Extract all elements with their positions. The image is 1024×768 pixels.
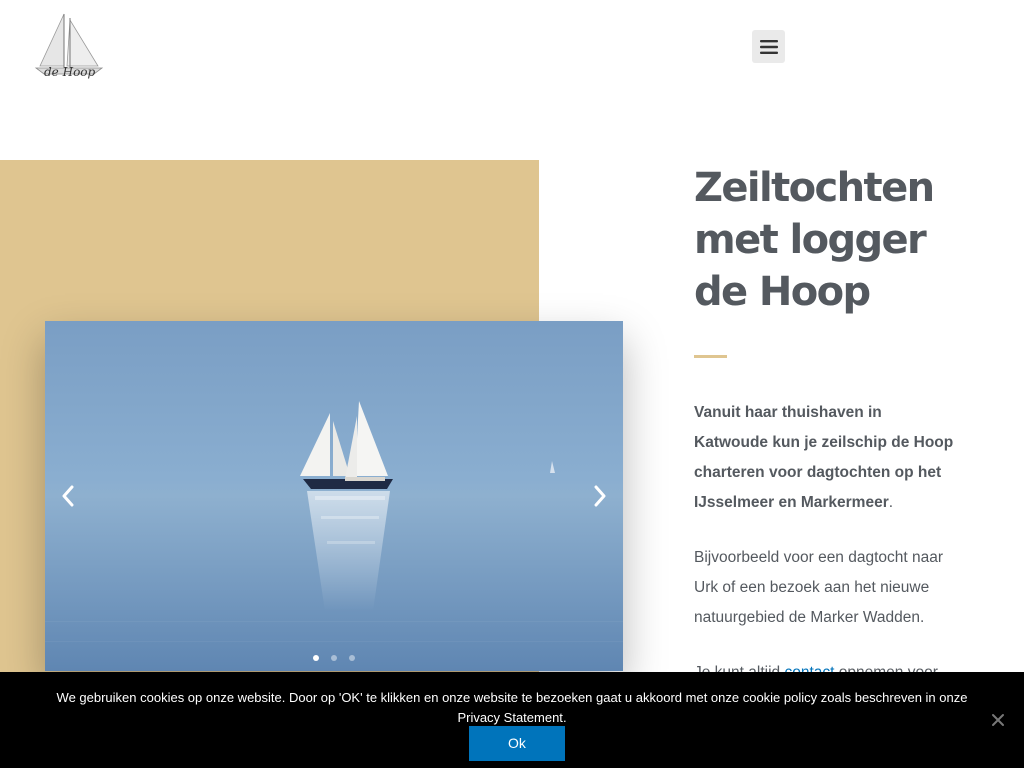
hero-content: Zeiltochten met logger de Hoop Vanuit ha… — [694, 160, 984, 688]
intro-paragraph: Vanuit haar thuishaven in Katwoude kun j… — [694, 398, 959, 518]
slider-next-button[interactable] — [585, 481, 615, 511]
intro-end: . — [888, 494, 894, 511]
page-title-line-2: met logger — [694, 217, 927, 263]
cookie-notice-text: We gebruiken cookies op onze website. Do… — [20, 688, 1004, 728]
cookie-notice-end: . — [562, 710, 567, 725]
page-title: Zeiltochten met logger de Hoop — [694, 162, 984, 318]
chevron-right-icon — [594, 485, 606, 507]
sailing-ship-photo — [45, 321, 623, 671]
title-divider — [694, 355, 727, 358]
logo-text: de Hoop — [44, 65, 96, 79]
site-logo[interactable]: de Hoop — [34, 8, 104, 86]
slider-dot-3[interactable] — [349, 655, 355, 661]
chevron-left-icon — [62, 485, 74, 507]
slider-prev-button[interactable] — [53, 481, 83, 511]
intro-bold-text: Vanuit haar thuishaven in Katwoude kun j… — [694, 404, 954, 511]
menu-toggle-button[interactable] — [752, 30, 785, 63]
page-title-line-3: de Hoop — [694, 269, 871, 315]
slider-dot-1[interactable] — [313, 655, 319, 661]
cookie-notice: We gebruiken cookies op onze website. Do… — [0, 672, 1024, 768]
hamburger-menu-icon — [759, 39, 778, 54]
close-icon — [992, 714, 1004, 726]
cookie-notice-message: We gebruiken cookies op onze website. Do… — [56, 690, 968, 705]
paragraph-2: Bijvoorbeeld voor een dagtocht naar Urk … — [694, 549, 944, 626]
cookie-ok-button[interactable]: Ok — [469, 726, 565, 761]
page-title-line-1: Zeiltochten — [694, 165, 935, 211]
cookie-close-button[interactable] — [990, 712, 1006, 728]
privacy-statement-link[interactable]: Privacy Statement — [457, 710, 563, 725]
slider-dot-2[interactable] — [331, 655, 337, 661]
image-slider[interactable] — [45, 321, 623, 671]
slider-pagination — [45, 655, 623, 661]
